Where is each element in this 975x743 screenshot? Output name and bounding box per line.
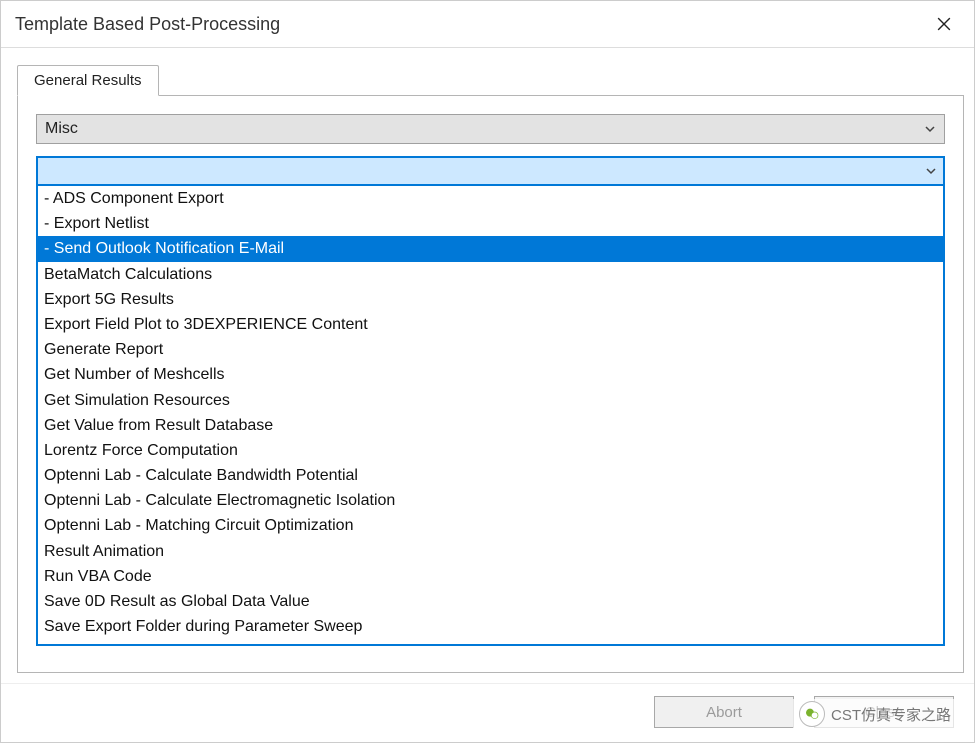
titlebar: Template Based Post-Processing [1, 1, 974, 48]
dropdown-item[interactable]: Save 0D Result as Global Data Value [38, 589, 943, 614]
template-combo-wrap: - ADS Component Export- Export Netlist- … [36, 156, 945, 186]
chevron-down-icon [925, 165, 937, 177]
dialog-content: General Results Misc - ADS Component Exp… [1, 48, 974, 683]
dropdown-item[interactable]: Lorentz Force Computation [38, 438, 943, 463]
tabstrip: General Results [17, 64, 964, 95]
dropdown-item[interactable]: - Send Outlook Notification E-Mail [38, 236, 943, 261]
dropdown-item[interactable]: Result Animation [38, 539, 943, 564]
dialog-footer: Abort Close [1, 683, 974, 742]
dropdown-item[interactable]: Export 5G Results [38, 287, 943, 312]
dropdown-item[interactable]: Optenni Lab - Calculate Electromagnetic … [38, 488, 943, 513]
dropdown-item[interactable]: Save Export Folder during Parameter Swee… [38, 614, 943, 639]
dropdown-item[interactable]: - ADS Component Export [38, 186, 943, 211]
dropdown-item[interactable]: Get Number of Meshcells [38, 362, 943, 387]
dropdown-item[interactable]: Run VBA Code [38, 564, 943, 589]
dropdown-item[interactable]: Get Simulation Resources [38, 388, 943, 413]
dialog-window: Template Based Post-Processing General R… [0, 0, 975, 743]
tab-panel: Misc - ADS Component Export- Export Netl… [17, 95, 964, 673]
dropdown-item[interactable]: Get Value from Result Database [38, 413, 943, 438]
chevron-down-icon [924, 123, 936, 135]
close-icon[interactable] [924, 9, 964, 39]
dropdown-item[interactable]: Generate Report [38, 337, 943, 362]
category-selected-label: Misc [45, 120, 78, 138]
close-button[interactable]: Close [814, 696, 954, 728]
dropdown-item[interactable]: - Export Netlist [38, 211, 943, 236]
category-dropdown[interactable]: Misc [36, 114, 945, 144]
dialog-title: Template Based Post-Processing [15, 14, 280, 35]
dropdown-item[interactable]: BetaMatch Calculations [38, 262, 943, 287]
dropdown-item[interactable]: Export Field Plot to 3DEXPERIENCE Conten… [38, 312, 943, 337]
template-dropdown-list[interactable]: - ADS Component Export- Export Netlist- … [36, 186, 945, 646]
tab-general-results[interactable]: General Results [17, 65, 159, 96]
dropdown-item[interactable]: Optenni Lab - Matching Circuit Optimizat… [38, 513, 943, 538]
dropdown-item[interactable]: Store Image for Process Composer [38, 639, 943, 646]
dropdown-item[interactable]: Optenni Lab - Calculate Bandwidth Potent… [38, 463, 943, 488]
abort-button: Abort [654, 696, 794, 728]
template-combo[interactable] [36, 156, 945, 186]
